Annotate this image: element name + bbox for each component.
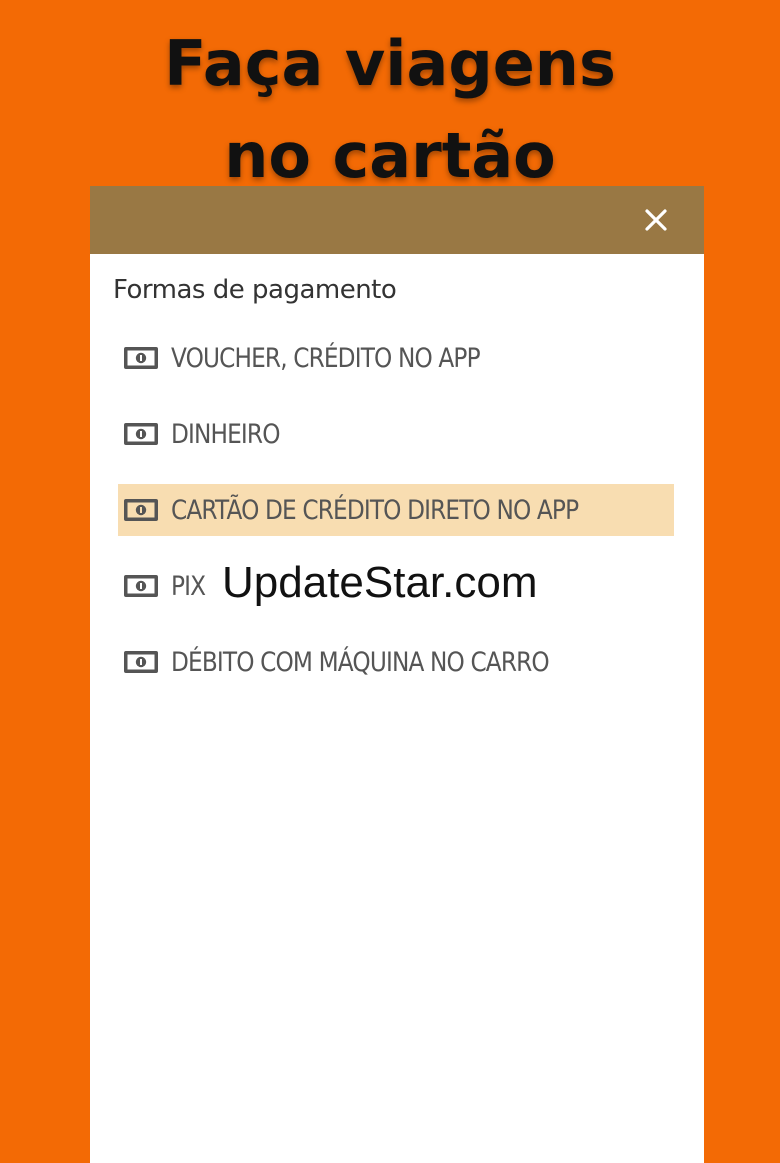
payment-option-pix[interactable]: PIX bbox=[118, 560, 674, 612]
promo-title: Faça viagens no cartão bbox=[0, 18, 780, 202]
payment-option-label: DÉBITO COM MÁQUINA NO CARRO bbox=[171, 646, 550, 678]
payment-option-label: CARTÃO DE CRÉDITO DIRETO NO APP bbox=[171, 494, 579, 526]
payment-option-voucher[interactable]: VOUCHER, CRÉDITO NO APP bbox=[118, 332, 674, 384]
payment-option-label: PIX bbox=[171, 570, 206, 602]
payment-option-debit-machine[interactable]: DÉBITO COM MÁQUINA NO CARRO bbox=[118, 636, 674, 688]
payment-option-label: VOUCHER, CRÉDITO NO APP bbox=[171, 342, 481, 374]
money-icon bbox=[124, 575, 158, 597]
payment-option-label: DINHEIRO bbox=[171, 418, 280, 450]
promo-title-line-1: Faça viagens bbox=[164, 27, 616, 100]
payment-methods-dialog: Formas de pagamento VOUCHER, CRÉDITO NO … bbox=[90, 186, 704, 1163]
section-title: Formas de pagamento bbox=[113, 275, 397, 305]
dialog-header bbox=[90, 186, 704, 254]
payment-option-cash[interactable]: DINHEIRO bbox=[118, 408, 674, 460]
money-icon bbox=[124, 651, 158, 673]
close-icon bbox=[645, 209, 667, 231]
money-icon bbox=[124, 423, 158, 445]
payment-option-credit-card[interactable]: CARTÃO DE CRÉDITO DIRETO NO APP bbox=[118, 484, 674, 536]
money-icon bbox=[124, 347, 158, 369]
close-button[interactable] bbox=[638, 202, 674, 238]
payment-method-list: VOUCHER, CRÉDITO NO APP DINHEIRO CARTÃO … bbox=[118, 332, 674, 712]
money-icon bbox=[124, 499, 158, 521]
